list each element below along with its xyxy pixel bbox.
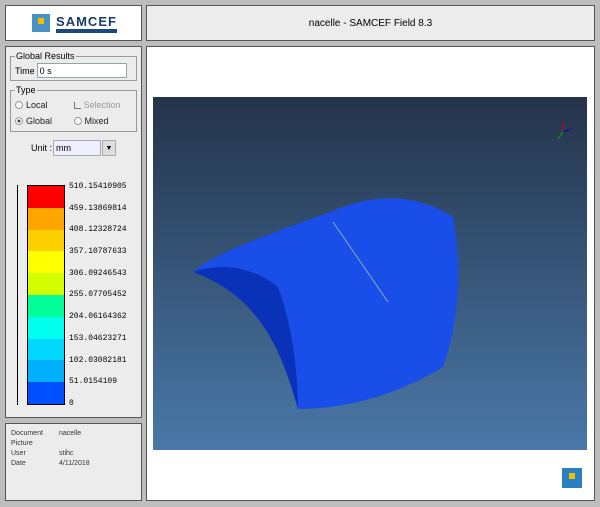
- legend-swatch: [28, 360, 64, 383]
- info-key: Date: [11, 460, 26, 467]
- legend-swatch: [28, 294, 64, 317]
- document-info: Document nacelle Picture User stihc Date 4/11/…: [5, 423, 142, 501]
- type-group: Type Local Selection Global Mixed: [10, 85, 137, 132]
- radio-local[interactable]: Local: [15, 100, 74, 110]
- legend-value: 255.07705452: [69, 290, 127, 300]
- info-value: stihc: [59, 450, 74, 457]
- legend-swatch: [28, 229, 64, 252]
- unit-select[interactable]: mm: [53, 140, 101, 156]
- legend-value: 204.06164362: [69, 312, 127, 322]
- window-title: nacelle - SAMCEF Field 8.3: [146, 5, 595, 41]
- legend-labels: 510.15410905 459.13869814 408.12328724 357.…: [69, 182, 127, 408]
- info-row: Document nacelle: [11, 430, 136, 440]
- time-input[interactable]: [36, 63, 127, 78]
- legend-swatch: [28, 251, 64, 274]
- legend-value: 357.10787633: [69, 247, 127, 257]
- chevron-down-icon[interactable]: ▼: [102, 140, 116, 156]
- 3d-scene[interactable]: [153, 97, 587, 450]
- color-legend: 510.15410905 459.13869814 408.12328724 357.…: [12, 182, 137, 408]
- legend-swatch: [28, 382, 64, 404]
- axis-triad-icon: [557, 122, 572, 140]
- results-panel: Global Results Time Type Local Selection…: [5, 46, 142, 418]
- logo-text: SAMCEF: [56, 14, 117, 33]
- viewport[interactable]: [146, 46, 595, 501]
- legend-axis: [17, 185, 18, 405]
- info-row: Picture: [11, 440, 136, 450]
- info-value: 4/11/2018: [59, 460, 90, 467]
- legend-bar: [27, 185, 65, 405]
- legend-value: 102.03082181: [69, 355, 127, 365]
- samcef-watermark-icon: [556, 462, 588, 494]
- time-label: Time: [15, 65, 35, 76]
- info-key: Document: [11, 430, 43, 437]
- legend-value: 510.15410905: [69, 182, 127, 191]
- nacelle-model: [193, 122, 572, 409]
- legend-value: 153.04623271: [69, 333, 127, 343]
- radio-mixed[interactable]: Mixed: [73, 116, 133, 126]
- legend-value: 51.0154109: [69, 377, 118, 387]
- info-row: User stihc: [11, 450, 136, 460]
- legend-value: 0: [69, 398, 74, 408]
- info-value: nacelle: [59, 430, 82, 437]
- samcef-logo: SAMCEF: [5, 5, 142, 41]
- legend-swatch: [28, 338, 64, 361]
- legend-value: 459.13869814: [69, 203, 127, 213]
- legend-swatch: [28, 316, 64, 339]
- info-key: Picture: [11, 440, 33, 447]
- unit-label: Unit :: [30, 143, 52, 153]
- type-label: Type: [16, 85, 36, 95]
- info-key: User: [11, 450, 26, 457]
- legend-swatch: [28, 207, 64, 230]
- legend-value: 408.12328724: [69, 225, 127, 235]
- checkbox-selection[interactable]: Selection: [73, 100, 133, 110]
- legend-swatch: [28, 273, 64, 295]
- legend-swatch: [28, 186, 64, 208]
- global-results-label: Global Results: [16, 51, 75, 61]
- global-results-group: Global Results Time: [10, 51, 137, 81]
- radio-global[interactable]: Global: [15, 116, 74, 126]
- samcef-logo-icon: [32, 14, 51, 32]
- info-row: Date 4/11/2018: [11, 460, 136, 470]
- legend-value: 306.09246543: [69, 268, 127, 278]
